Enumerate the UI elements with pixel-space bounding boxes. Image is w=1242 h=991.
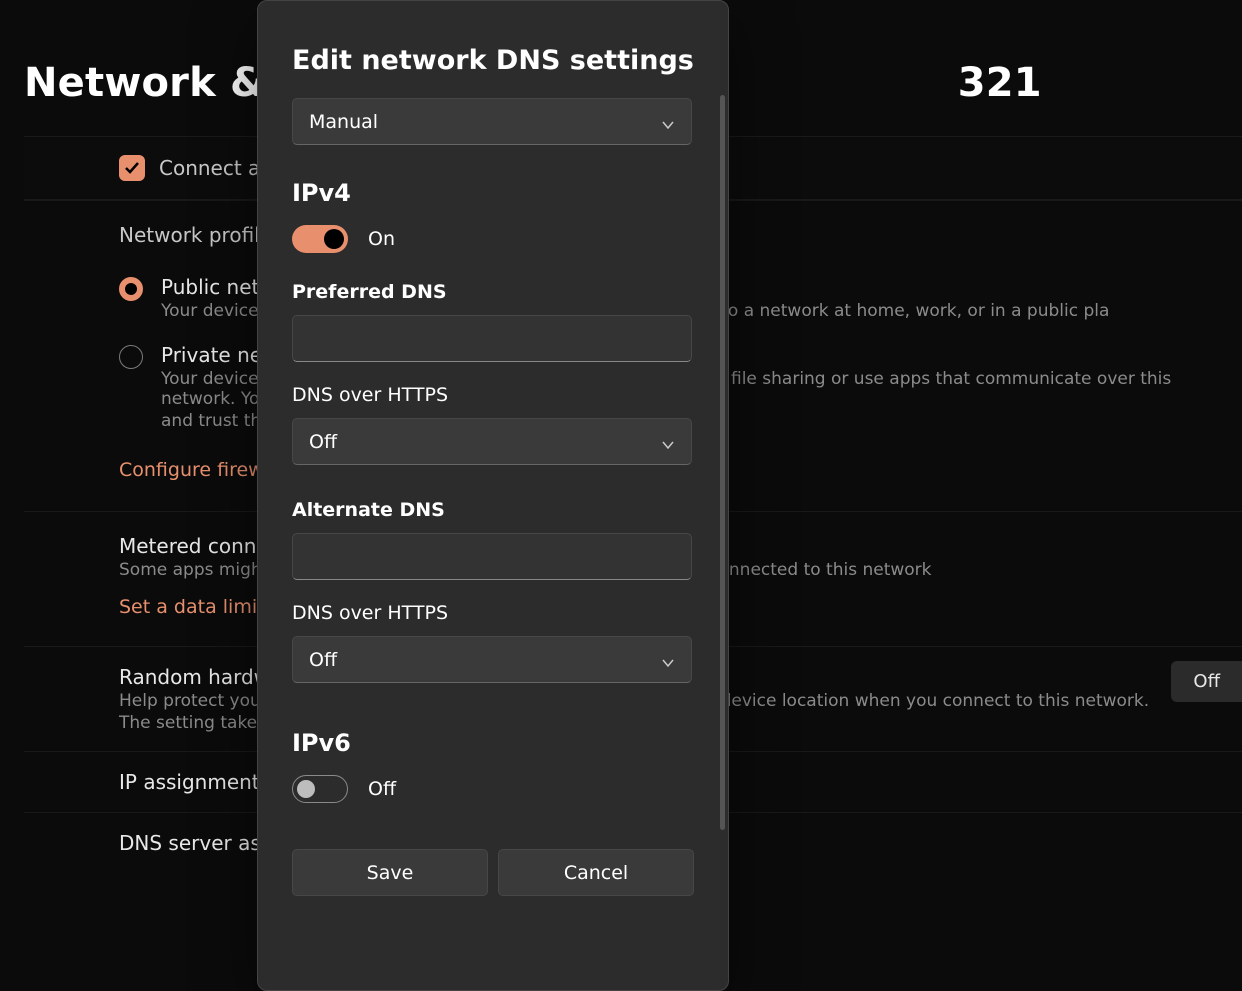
ipv6-heading: IPv6 <box>292 729 698 757</box>
connect-automatically-checkbox[interactable] <box>119 155 145 181</box>
cancel-button[interactable]: Cancel <box>498 849 694 896</box>
dns-mode-select[interactable]: Manual <box>292 98 692 145</box>
doh-alternate-value: Off <box>309 649 337 671</box>
preferred-dns-label: Preferred DNS <box>292 281 698 303</box>
doh-alternate-select[interactable]: Off <box>292 636 692 683</box>
chevron-down-icon <box>661 435 675 449</box>
doh-preferred-value: Off <box>309 431 337 453</box>
dns-mode-value: Manual <box>309 111 378 133</box>
checkmark-icon <box>124 160 140 176</box>
alternate-dns-label: Alternate DNS <box>292 499 698 521</box>
chevron-down-icon <box>661 115 675 129</box>
random-hw-toggle[interactable]: Off <box>1171 661 1242 702</box>
public-network-radio[interactable] <box>119 277 143 301</box>
modal-scrollbar[interactable] <box>720 95 725 830</box>
ipv6-toggle[interactable] <box>292 775 348 803</box>
ipv4-toggle-label: On <box>368 228 395 250</box>
alternate-dns-input[interactable] <box>292 533 692 580</box>
edit-dns-dialog: Edit network DNS settings Manual IPv4 On… <box>257 0 729 991</box>
doh-alternate-label: DNS over HTTPS <box>292 602 698 624</box>
ipv6-toggle-label: Off <box>368 778 396 800</box>
breadcrumb-suffix: 321 <box>958 60 1042 106</box>
save-button[interactable]: Save <box>292 849 488 896</box>
doh-preferred-select[interactable]: Off <box>292 418 692 465</box>
ipv4-heading: IPv4 <box>292 179 698 207</box>
doh-preferred-label: DNS over HTTPS <box>292 384 698 406</box>
ipv4-toggle[interactable] <box>292 225 348 253</box>
preferred-dns-input[interactable] <box>292 315 692 362</box>
private-network-radio[interactable] <box>119 345 143 369</box>
dialog-title: Edit network DNS settings <box>292 45 698 76</box>
chevron-down-icon <box>661 653 675 667</box>
